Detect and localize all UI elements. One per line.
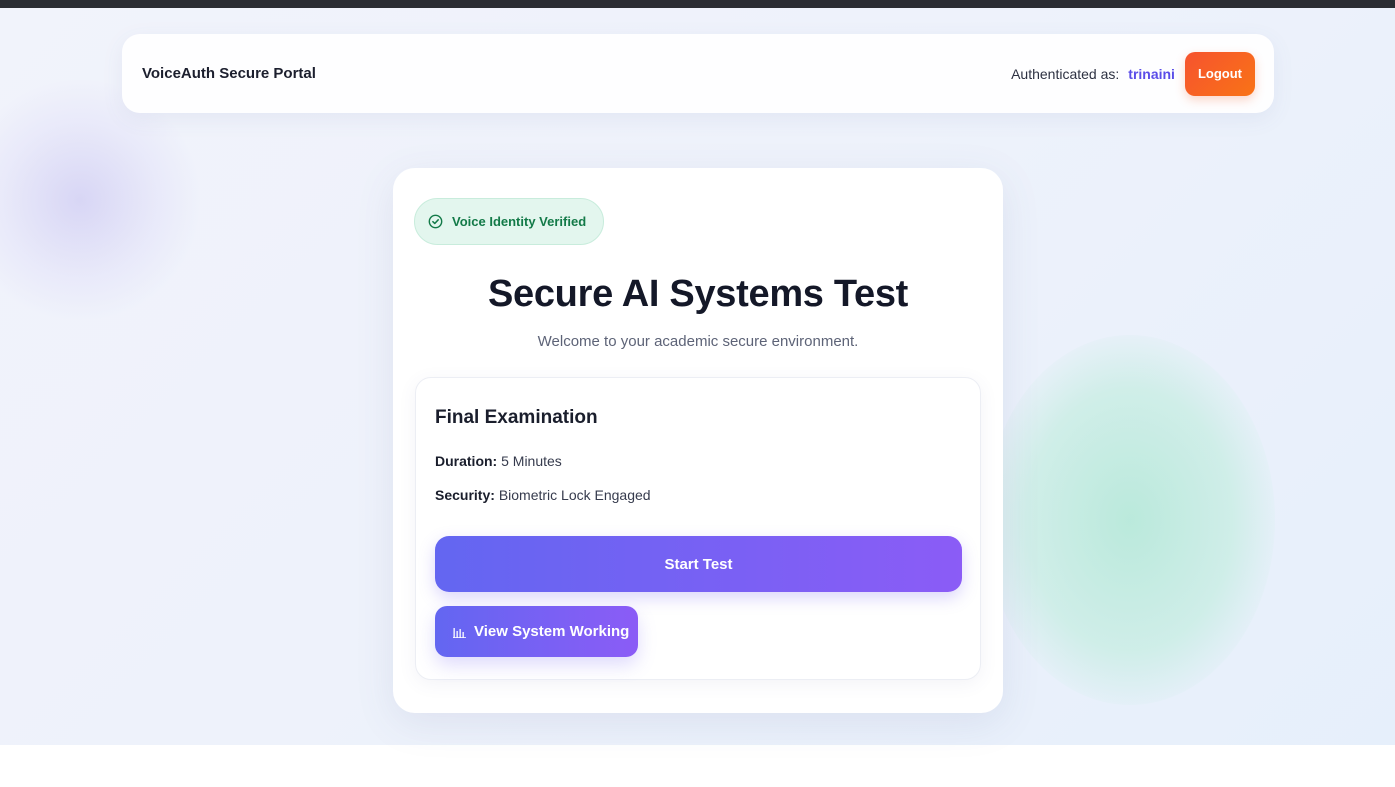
logout-button[interactable]: Logout [1184, 51, 1255, 96]
start-test-button[interactable]: Start Test [435, 536, 962, 592]
security-value: Biometric Lock Engaged [498, 487, 651, 503]
bottom-band [0, 745, 1395, 787]
auth-label: Authenticated as: [1011, 65, 1120, 82]
verified-badge: Voice Identity Verified [414, 198, 604, 245]
exam-duration: Duration: 5 Minutes [435, 453, 562, 469]
top-rule [0, 0, 1395, 8]
page-title: Secure AI Systems Test [487, 273, 909, 315]
audio-bars-icon [453, 627, 466, 638]
navbar: VoiceAuth Secure Portal Authenticated as… [122, 34, 1274, 113]
exam-security: Security: Biometric Lock Engaged [435, 487, 651, 503]
security-label: Security: [435, 487, 495, 503]
exam-panel: Final Examination Duration: 5 Minutes Se… [415, 377, 981, 680]
exam-title: Final Examination [435, 407, 598, 428]
nav-user-area: Authenticated as: trinaini Logout [1011, 51, 1255, 96]
view-system-working-button[interactable]: View System Working [435, 606, 638, 657]
auth-username: trinaini [1128, 65, 1175, 82]
duration-label: Duration: [435, 453, 498, 469]
duration-value: 5 Minutes [501, 453, 562, 469]
test-card: Voice Identity Verified Secure AI System… [393, 168, 1003, 713]
background-blob-purple [0, 80, 200, 320]
view-system-working-label: View System Working [474, 623, 630, 640]
background-blob-teal [985, 335, 1275, 705]
check-circle-icon [428, 214, 443, 229]
verified-badge-label: Voice Identity Verified [452, 214, 587, 229]
brand-title: VoiceAuth Secure Portal [142, 65, 316, 82]
page-subtitle: Welcome to your academic secure environm… [537, 333, 859, 350]
page: VoiceAuth Secure Portal Authenticated as… [0, 0, 1395, 787]
